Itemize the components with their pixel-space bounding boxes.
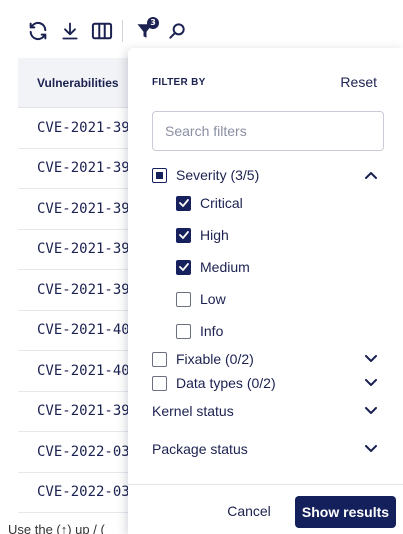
package-status-expand-toggle[interactable]: [363, 441, 379, 457]
high-checkbox[interactable]: [176, 227, 191, 243]
chevron-down-icon: [365, 379, 377, 386]
filter-panel: FILTER BY Reset Severity (3/5) Critical …: [128, 48, 403, 534]
check-icon: [178, 231, 189, 239]
refresh-icon: [29, 21, 47, 41]
fixable-checkbox[interactable]: [152, 351, 167, 367]
data-types-group: Data types (0/2): [152, 373, 379, 393]
severity-option-critical: Critical: [176, 193, 379, 213]
data-types-label: Data types (0/2): [176, 375, 276, 391]
critical-checkbox[interactable]: [176, 195, 191, 211]
search-filters-input[interactable]: [152, 111, 384, 151]
toolbar: 3: [22, 14, 193, 48]
fixable-expand-toggle[interactable]: [363, 351, 379, 367]
fixable-label: Fixable (0/2): [176, 351, 254, 367]
info-label: Info: [200, 323, 224, 339]
kernel-status-label: Kernel status: [152, 403, 234, 419]
columns-icon: [91, 22, 113, 40]
package-status-group[interactable]: Package status: [152, 439, 379, 459]
filter-panel-header: FILTER BY Reset: [152, 74, 377, 90]
chevron-down-icon: [365, 445, 377, 452]
severity-option-low: Low: [176, 289, 379, 309]
filter-count-badge: 3: [147, 17, 159, 29]
package-status-label: Package status: [152, 441, 248, 457]
severity-option-medium: Medium: [176, 257, 379, 277]
chevron-down-icon: [365, 407, 377, 414]
show-results-button[interactable]: Show results: [295, 496, 396, 528]
download-icon: [62, 22, 78, 40]
kernel-status-expand-toggle[interactable]: [363, 403, 379, 419]
scrollbar[interactable]: [0, 58, 8, 513]
low-label: Low: [200, 291, 226, 307]
filter-by-title: FILTER BY: [152, 76, 206, 88]
chevron-up-icon: [365, 172, 377, 179]
reset-button[interactable]: Reset: [340, 74, 377, 90]
severity-option-high: High: [176, 225, 379, 245]
data-types-checkbox[interactable]: [152, 375, 167, 391]
refresh-button[interactable]: [22, 15, 54, 47]
fixable-group: Fixable (0/2): [152, 349, 379, 369]
check-icon: [178, 263, 189, 271]
data-types-expand-toggle[interactable]: [363, 375, 379, 391]
search-icon: [169, 23, 185, 39]
high-label: High: [200, 227, 229, 243]
severity-option-info: Info: [176, 321, 379, 341]
info-checkbox[interactable]: [176, 323, 191, 339]
medium-label: Medium: [200, 259, 250, 275]
cancel-button[interactable]: Cancel: [224, 495, 274, 527]
filter-button[interactable]: 3: [129, 15, 161, 47]
search-button[interactable]: [161, 15, 193, 47]
download-button[interactable]: [54, 15, 86, 47]
columns-button[interactable]: [86, 15, 118, 47]
critical-label: Critical: [200, 195, 243, 211]
low-checkbox[interactable]: [176, 291, 191, 307]
medium-checkbox[interactable]: [176, 259, 191, 275]
check-icon: [178, 199, 189, 207]
severity-label: Severity (3/5): [176, 167, 260, 183]
severity-collapse-toggle[interactable]: [363, 167, 379, 183]
toolbar-divider: [122, 20, 123, 42]
kernel-status-group[interactable]: Kernel status: [152, 401, 379, 421]
severity-group: Severity (3/5): [152, 165, 379, 185]
chevron-down-icon: [365, 355, 377, 362]
keyboard-hint: Use the (↑) up / (: [8, 522, 105, 534]
severity-checkbox[interactable]: [152, 167, 167, 183]
